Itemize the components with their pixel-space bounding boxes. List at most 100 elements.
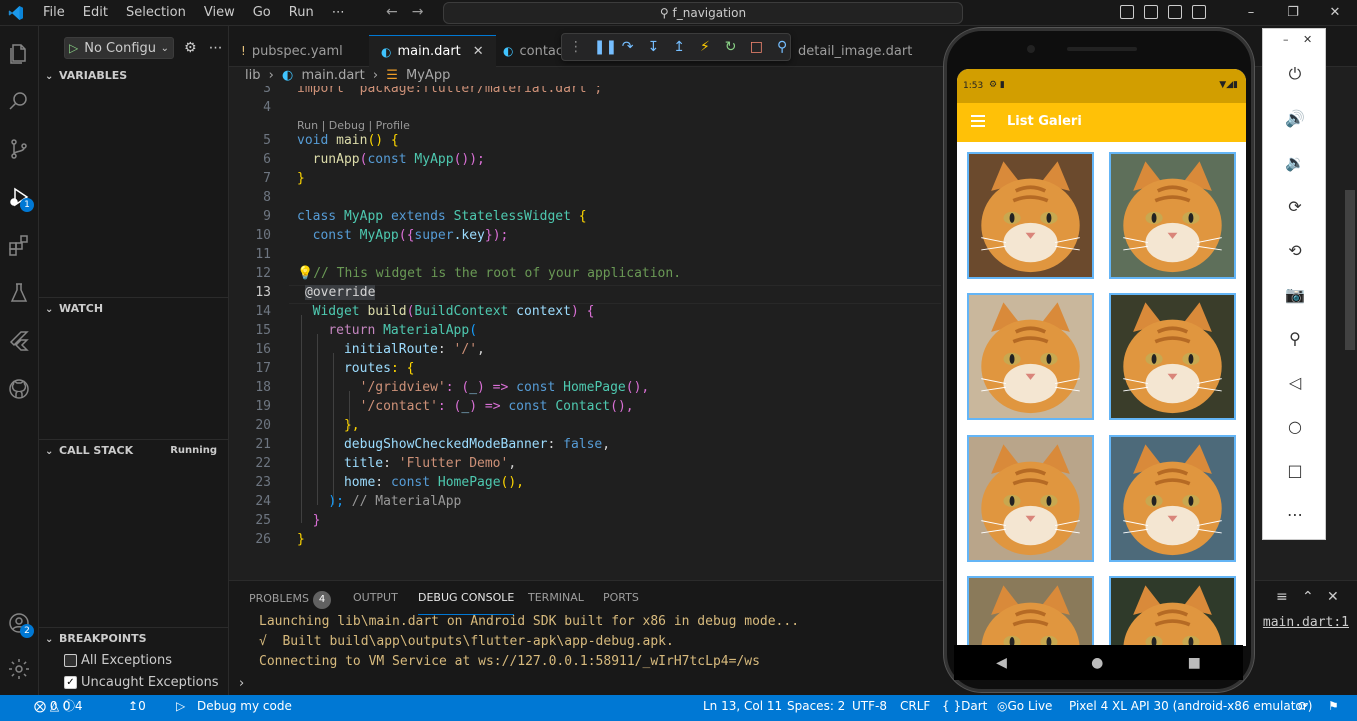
call-stack-section-header[interactable]: ⌄ CALL STACK Running — [39, 440, 229, 462]
codelens-run-debug[interactable]: Run | Debug | Profile — [297, 119, 410, 132]
minimize-emulator-icon[interactable]: – — [1283, 33, 1289, 46]
gallery-image-cat-1[interactable] — [967, 152, 1094, 279]
menu-run[interactable]: Run — [280, 0, 323, 26]
gallery-image-cat-4[interactable] — [1109, 293, 1236, 420]
tab-terminal[interactable]: TERMINAL — [528, 591, 584, 615]
breakpoints-section-header[interactable]: ⌄ BREAKPOINTS — [39, 628, 229, 650]
tab-ports[interactable]: PORTS — [603, 591, 639, 615]
debug-launch-icon[interactable]: ▷ — [176, 695, 185, 717]
remote-indicator-icon[interactable] — [0, 695, 26, 721]
tab-output[interactable]: OUTPUT — [353, 591, 398, 615]
flutter-icon[interactable] — [4, 326, 34, 356]
accounts-icon[interactable]: 2 — [4, 608, 34, 638]
gallery-image-cat-8[interactable] — [1109, 576, 1236, 646]
phone-screen[interactable]: 1:53 ⚙ ▮ ▼◢▮ List Galeri — [957, 69, 1246, 646]
power-icon[interactable]: ⏻ — [1283, 62, 1307, 86]
code-editor[interactable]: 3 4 5 6 7 8 9 10 11 12 13 14 15 16 17 18… — [229, 86, 941, 580]
start-debugging-icon[interactable]: ▷ — [69, 41, 78, 55]
home-circle-icon[interactable]: ○ — [1283, 414, 1307, 438]
tab-pubspec[interactable]: ! pubspec.yaml — [229, 35, 355, 67]
command-center-search[interactable]: ⚲ f_navigation — [443, 2, 963, 24]
nav-home-icon[interactable]: ● — [1091, 655, 1103, 671]
variables-section-header[interactable]: ⌄ VARIABLES — [39, 65, 229, 87]
lightbulb-icon[interactable]: 💡 — [297, 266, 313, 281]
drag-handle-icon[interactable]: ⋮ — [568, 39, 584, 55]
zoom-icon[interactable]: ⚲ — [1283, 326, 1307, 350]
gallery-image-cat-5[interactable] — [967, 435, 1094, 562]
pause-icon[interactable]: ❚❚ — [594, 39, 617, 55]
testing-icon[interactable] — [4, 278, 34, 308]
console-input-chevron-icon[interactable]: › — [239, 676, 244, 691]
checkbox-unchecked[interactable] — [64, 653, 77, 667]
tab-problems[interactable]: PROBLEMS 4 — [249, 591, 332, 615]
extensions-icon[interactable] — [4, 230, 34, 260]
breadcrumb-item[interactable]: MyApp — [406, 68, 450, 83]
tab-debug-console[interactable]: DEBUG CONSOLE — [418, 591, 515, 615]
breadcrumb-item[interactable]: main.dart — [301, 68, 364, 83]
debug-settings-gear-icon[interactable]: ⚙ — [184, 40, 197, 56]
breakpoint-all-exceptions[interactable]: All Exceptions — [64, 650, 172, 670]
debug-status-label[interactable]: Debug my code — [197, 695, 292, 717]
editor-scrollbar[interactable] — [1345, 190, 1355, 350]
step-into-icon[interactable]: ↧ — [646, 39, 662, 55]
encoding-status[interactable]: UTF-8 — [852, 695, 887, 717]
checkbox-checked[interactable]: ✓ — [64, 675, 77, 689]
breakpoint-uncaught-exceptions[interactable]: ✓ Uncaught Exceptions — [64, 672, 219, 692]
more-options-icon[interactable]: ⋯ — [1283, 502, 1307, 526]
indentation-status[interactable]: Spaces: 2 — [787, 695, 845, 717]
volume-up-icon[interactable]: 🔊 — [1283, 106, 1307, 130]
gallery-image-cat-6[interactable] — [1109, 435, 1236, 562]
menu-go[interactable]: Go — [244, 0, 280, 26]
menu-more[interactable]: ⋯ — [323, 0, 354, 26]
restart-icon[interactable]: ↻ — [723, 39, 739, 55]
problems-status[interactable]: ⨂ 0 △ 0 ⓘ 4 — [34, 695, 83, 717]
clear-console-icon[interactable]: ≡ — [1276, 589, 1288, 605]
restore-icon[interactable]: ❐ — [1272, 0, 1314, 25]
menu-selection[interactable]: Selection — [117, 0, 195, 26]
nav-recents-icon[interactable]: ■ — [1188, 655, 1201, 671]
hot-reload-icon[interactable]: ⚡ — [697, 39, 713, 55]
rotate-left-icon[interactable]: ⟳ — [1283, 194, 1307, 218]
nav-back-icon[interactable]: ◀ — [996, 655, 1007, 671]
stop-icon[interactable]: □ — [749, 39, 765, 55]
step-out-icon[interactable]: ↥ — [671, 39, 687, 55]
device-selector[interactable]: Pixel 4 XL API 30 (android-x86 emulator) — [1069, 695, 1312, 717]
devtools-search-icon[interactable]: ⚲ — [774, 39, 790, 55]
tab-main-dart[interactable]: ◐ main.dart ✕ — [369, 35, 496, 67]
source-control-icon[interactable] — [4, 134, 34, 164]
maximize-panel-icon[interactable]: ⌃ — [1302, 589, 1314, 605]
close-emulator-icon[interactable]: ✕ — [1303, 33, 1312, 46]
github-icon[interactable] — [4, 374, 34, 404]
screenshot-camera-icon[interactable]: 📷 — [1283, 282, 1307, 306]
back-arrow-icon[interactable]: ← — [386, 4, 398, 20]
tab-detail-image[interactable]: detail_image.dart — [786, 35, 924, 67]
launch-config-select[interactable]: ▷ No Configu ⌄ — [64, 37, 174, 59]
watch-section-header[interactable]: ⌄ WATCH — [39, 298, 229, 320]
gallery-image-cat-3[interactable] — [967, 293, 1094, 420]
menu-edit[interactable]: Edit — [74, 0, 117, 26]
close-icon[interactable]: ✕ — [1314, 0, 1356, 25]
rotate-right-icon[interactable]: ⟲ — [1283, 238, 1307, 262]
gallery-image-cat-2[interactable] — [1109, 152, 1236, 279]
notifications-bell-icon[interactable]: ⚑ — [1328, 695, 1339, 717]
explorer-icon[interactable] — [4, 38, 34, 68]
ports-status[interactable]: ↥ 0 — [128, 695, 146, 717]
toggle-panel-icon[interactable] — [1144, 5, 1158, 19]
eol-status[interactable]: CRLF — [900, 695, 930, 717]
more-actions-icon[interactable]: ⋯ — [209, 40, 223, 56]
back-triangle-icon[interactable]: ◁ — [1283, 370, 1307, 394]
breadcrumb-item[interactable]: lib — [245, 68, 260, 83]
overview-square-icon[interactable]: □ — [1283, 458, 1307, 482]
gallery-image-cat-7[interactable] — [967, 576, 1094, 646]
hamburger-menu-icon[interactable] — [971, 115, 985, 130]
language-mode[interactable]: { } Dart — [942, 695, 987, 717]
toggle-sidebar-icon[interactable] — [1120, 5, 1134, 19]
volume-down-icon[interactable]: 🔉 — [1283, 150, 1307, 174]
go-live-button[interactable]: ◎ Go Live — [997, 695, 1052, 717]
close-panel-icon[interactable]: ✕ — [1327, 589, 1339, 605]
step-over-icon[interactable]: ↷ — [620, 39, 636, 55]
settings-gear-icon[interactable] — [4, 654, 34, 684]
search-view-icon[interactable] — [4, 86, 34, 116]
forward-arrow-icon[interactable]: → — [412, 4, 424, 20]
source-link[interactable]: main.dart:1 — [1263, 615, 1349, 630]
